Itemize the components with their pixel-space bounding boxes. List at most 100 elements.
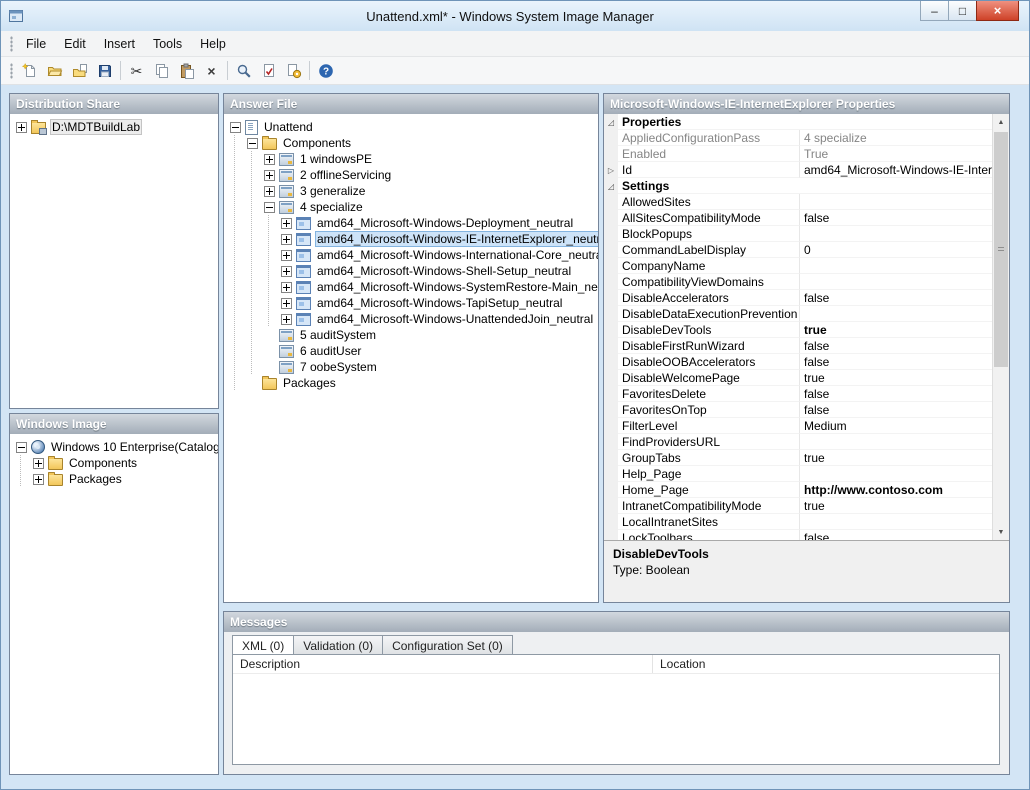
property-row[interactable]: EnabledTrue <box>604 146 992 162</box>
property-row[interactable]: BlockPopups <box>604 226 992 242</box>
expand-icon[interactable] <box>281 282 292 293</box>
help-button[interactable]: ? <box>313 59 338 83</box>
close-button[interactable]: × <box>976 1 1019 21</box>
property-value[interactable] <box>800 306 992 322</box>
property-value[interactable]: false <box>800 530 992 540</box>
property-value[interactable]: false <box>800 210 992 226</box>
property-value[interactable] <box>800 514 992 530</box>
property-row[interactable]: Home_Pagehttp://www.contoso.com <box>604 482 992 498</box>
property-value[interactable]: http://www.contoso.com <box>800 482 992 498</box>
property-value[interactable]: 4 specialize <box>800 130 992 146</box>
category-expanded-icon[interactable]: ◿ <box>604 114 618 130</box>
property-row[interactable]: LockToolbarsfalse <box>604 530 992 540</box>
property-value[interactable]: true <box>800 498 992 514</box>
property-row[interactable]: ▷Idamd64_Microsoft-Windows-IE-InternetEx <box>604 162 992 178</box>
column-header-location[interactable]: Location <box>653 655 999 673</box>
expand-icon[interactable] <box>264 186 275 197</box>
property-row[interactable]: DisableDataExecutionPrevention <box>604 306 992 322</box>
menu-item-tools[interactable]: Tools <box>144 33 191 55</box>
tree-item[interactable]: 2 offlineServicing <box>230 167 596 183</box>
property-value[interactable]: amd64_Microsoft-Windows-IE-InternetEx <box>800 162 992 178</box>
find-button[interactable] <box>231 59 256 83</box>
menu-item-edit[interactable]: Edit <box>55 33 95 55</box>
property-row[interactable]: DisableFirstRunWizardfalse <box>604 338 992 354</box>
tree-item[interactable]: amd64_Microsoft-Windows-SystemRestore-Ma… <box>230 279 596 295</box>
tree-item[interactable]: Components <box>16 455 216 471</box>
collapse-icon[interactable] <box>264 202 275 213</box>
cut-button[interactable]: ✂ <box>124 59 149 83</box>
paste-button[interactable] <box>174 59 199 83</box>
menu-item-help[interactable]: Help <box>191 33 235 55</box>
property-value[interactable] <box>800 274 992 290</box>
menu-item-file[interactable]: File <box>17 33 55 55</box>
property-row[interactable]: LocalIntranetSites <box>604 514 992 530</box>
property-value[interactable] <box>800 194 992 210</box>
tree-item[interactable]: 1 windowsPE <box>230 151 596 167</box>
property-value[interactable]: false <box>800 402 992 418</box>
tree-item[interactable]: D:\MDTBuildLab <box>16 119 216 135</box>
menu-item-insert[interactable]: Insert <box>95 33 144 55</box>
expand-icon[interactable] <box>264 154 275 165</box>
tree-item[interactable]: 7 oobeSystem <box>230 359 596 375</box>
tree-item[interactable]: 5 auditSystem <box>230 327 596 343</box>
maximize-button[interactable]: □ <box>948 1 977 21</box>
copy-button[interactable] <box>149 59 174 83</box>
scroll-up-icon[interactable]: ▲ <box>993 114 1009 130</box>
tree-item[interactable]: Packages <box>16 471 216 487</box>
property-value[interactable]: true <box>800 450 992 466</box>
collapse-icon[interactable] <box>247 138 258 149</box>
property-row[interactable]: FilterLevelMedium <box>604 418 992 434</box>
expand-icon[interactable] <box>281 250 292 261</box>
expand-icon[interactable] <box>281 218 292 229</box>
create-configuration-set-button[interactable] <box>281 59 306 83</box>
property-category-row[interactable]: ◿Properties <box>604 114 992 130</box>
property-value[interactable] <box>800 178 992 194</box>
property-value[interactable]: true <box>800 370 992 386</box>
expand-icon[interactable] <box>264 170 275 181</box>
property-value[interactable] <box>800 114 992 130</box>
property-row[interactable]: Help_Page <box>604 466 992 482</box>
property-row[interactable]: IntranetCompatibilityModetrue <box>604 498 992 514</box>
tree-item[interactable]: Packages <box>230 375 596 391</box>
property-value[interactable]: 0 <box>800 242 992 258</box>
property-row[interactable]: DisableDevToolstrue <box>604 322 992 338</box>
property-value[interactable]: false <box>800 354 992 370</box>
property-row[interactable]: AppliedConfigurationPass4 specialize <box>604 130 992 146</box>
property-value[interactable]: Medium <box>800 418 992 434</box>
property-value[interactable] <box>800 434 992 450</box>
property-row[interactable]: CompanyName <box>604 258 992 274</box>
expand-row-icon[interactable]: ▷ <box>604 162 618 178</box>
save-answer-file-button[interactable] <box>92 59 117 83</box>
property-row[interactable]: GroupTabstrue <box>604 450 992 466</box>
minimize-button[interactable]: – <box>920 1 949 21</box>
property-row[interactable]: AllowedSites <box>604 194 992 210</box>
property-row[interactable]: DisableOOBAcceleratorsfalse <box>604 354 992 370</box>
expand-icon[interactable] <box>33 474 44 485</box>
delete-button[interactable]: × <box>199 59 224 83</box>
expand-icon[interactable] <box>281 266 292 277</box>
tab-validation[interactable]: Validation (0) <box>293 635 383 654</box>
tab-xml[interactable]: XML (0) <box>232 635 294 655</box>
property-value[interactable] <box>800 226 992 242</box>
tree-item[interactable]: amd64_Microsoft-Windows-Shell-Setup_neut… <box>230 263 596 279</box>
property-value[interactable]: true <box>800 322 992 338</box>
tree-item[interactable]: amd64_Microsoft-Windows-TapiSetup_neutra… <box>230 295 596 311</box>
expand-icon[interactable] <box>281 234 292 245</box>
tree-item[interactable]: amd64_Microsoft-Windows-UnattendedJoin_n… <box>230 311 596 327</box>
property-row[interactable]: CompatibilityViewDomains <box>604 274 992 290</box>
property-row[interactable]: AllSitesCompatibilityModefalse <box>604 210 992 226</box>
property-row[interactable]: FavoritesOnTopfalse <box>604 402 992 418</box>
tree-item[interactable]: Components <box>230 135 596 151</box>
expand-icon[interactable] <box>281 314 292 325</box>
property-value[interactable]: false <box>800 290 992 306</box>
expand-icon[interactable] <box>33 458 44 469</box>
property-value[interactable]: True <box>800 146 992 162</box>
property-value[interactable] <box>800 466 992 482</box>
tree-item[interactable]: amd64_Microsoft-Windows-Deployment_neutr… <box>230 215 596 231</box>
tree-item[interactable]: amd64_Microsoft-Windows-International-Co… <box>230 247 596 263</box>
expand-icon[interactable] <box>16 122 27 133</box>
tree-item[interactable]: Windows 10 Enterprise(Catalog) <box>16 439 216 455</box>
property-value[interactable]: false <box>800 386 992 402</box>
property-value[interactable]: false <box>800 338 992 354</box>
scroll-down-icon[interactable]: ▼ <box>993 524 1009 540</box>
